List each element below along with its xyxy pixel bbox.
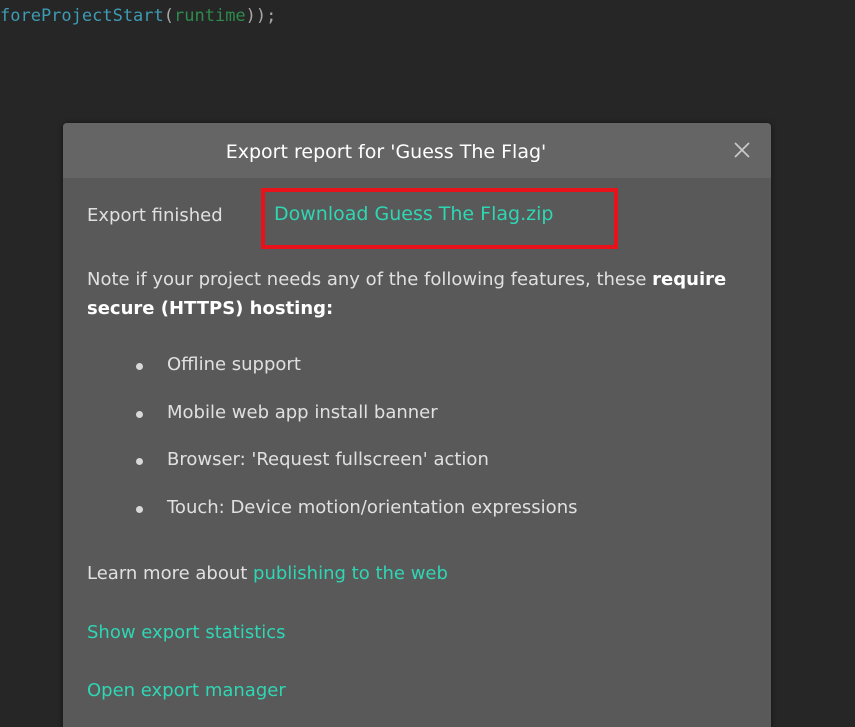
learn-more-text: Learn more about publishing to the web: [87, 563, 448, 584]
export-status-text: Export finished: [87, 205, 223, 226]
bullet-icon: [136, 410, 143, 418]
code-line: foreProjectStart(runtime));: [0, 6, 276, 26]
export-report-dialog: Export report for 'Guess The Flag' Expor…: [63, 123, 771, 727]
bullet-icon: [136, 363, 143, 370]
feature-label: Mobile web app install banner: [167, 401, 438, 423]
open-export-manager-link[interactable]: Open export manager: [87, 680, 286, 701]
editor-background: foreProjectStart(runtime)); Export repor…: [0, 0, 855, 727]
list-item: Browser: 'Request fullscreen' action: [134, 449, 577, 497]
bullet-icon: [136, 505, 143, 513]
feature-label: Browser: 'Request fullscreen' action: [167, 449, 489, 470]
learn-more-prefix: Learn more about: [87, 563, 254, 584]
show-export-statistics-link[interactable]: Show export statistics: [87, 622, 286, 643]
close-icon: [734, 142, 750, 158]
dialog-title: Export report for 'Guess The Flag': [225, 141, 547, 163]
list-item: Touch: Device motion/orientation express…: [134, 497, 577, 545]
code-argument: runtime: [174, 6, 246, 26]
code-close: ));: [245, 6, 277, 26]
feature-label: Touch: Device motion/orientation express…: [167, 496, 578, 518]
dialog-header: Export report for 'Guess The Flag': [63, 123, 771, 178]
code-open-paren: (: [163, 6, 175, 26]
feature-list: Offline support Mobile web app install b…: [134, 354, 577, 544]
bullet-icon: [136, 458, 143, 465]
code-function-name: foreProjectStart: [0, 6, 164, 26]
https-note: Note if your project needs any of the fo…: [87, 265, 747, 323]
list-item: Mobile web app install banner: [134, 402, 577, 450]
close-button[interactable]: [727, 135, 757, 165]
note-text: Note if your project needs any of the fo…: [87, 269, 653, 290]
feature-label: Offline support: [167, 354, 301, 375]
publishing-to-web-link[interactable]: publishing to the web: [253, 563, 448, 584]
list-item: Offline support: [134, 354, 577, 402]
download-zip-link[interactable]: Download Guess The Flag.zip: [274, 203, 553, 225]
